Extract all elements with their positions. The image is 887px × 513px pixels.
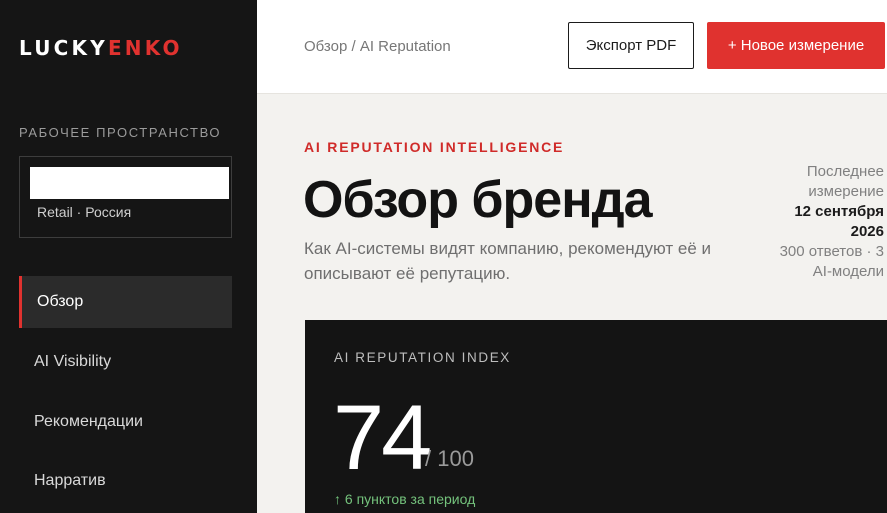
last-measurement-info: Последнее измерение 12 сентября 2026 300… [774,162,884,282]
export-pdf-label: Экспорт PDF [585,37,677,54]
logo-part-1: LUCKY [19,36,108,60]
app: LUCKYENKO РАБОЧЕЕ ПРОСТРАНСТВО Retail · … [0,0,887,513]
sidebar-item-label: Обзор [37,293,84,310]
section-eyebrow: AI REPUTATION INTELLIGENCE [304,139,565,155]
page-title: Обзор бренда [303,171,653,229]
last-measurement-details: 300 ответов · 3 AI-модели [779,243,884,280]
index-max: / 100 [425,446,474,471]
index-score: 74 [333,387,432,489]
sidebar-item-label: AI Visibility [34,353,112,370]
workspace-selector[interactable]: Retail · Россия [19,156,232,238]
sidebar-item-label: Нарратив [34,472,106,489]
workspace-heading: РАБОЧЕЕ ПРОСТРАНСТВО [19,125,222,140]
page-subtitle: Как AI-системы видят компанию, рекоменду… [304,239,712,283]
breadcrumb: Обзор / AI Reputation [304,38,451,55]
sidebar-item-recommendations[interactable]: Рекомендации [19,396,232,448]
last-measurement-label: Последнее измерение [806,163,884,200]
index-label: AI REPUTATION INDEX [334,350,511,365]
top-bar: Обзор / AI Reputation Экспорт PDF + Ново… [257,0,887,94]
sidebar-item-label: Рекомендации [34,413,143,430]
workspace-name [30,167,229,199]
new-measurement-button[interactable]: + Новое измерение [707,22,885,69]
logo-part-2: ENKO [107,36,183,60]
sidebar-item-overview[interactable]: Обзор [19,276,232,328]
brand-logo[interactable]: LUCKYENKO [19,36,183,60]
export-pdf-button[interactable]: Экспорт PDF [568,22,694,69]
sidebar-item-ai-visibility[interactable]: AI Visibility [19,336,232,388]
reputation-index-card: AI REPUTATION INDEX 74 / 100 ↑ 6 пунктов… [305,320,887,513]
index-delta: ↑ 6 пунктов за период [334,491,476,507]
sidebar-item-narrative[interactable]: Нарратив [19,455,232,507]
new-measurement-label: + Новое измерение [727,37,865,54]
last-measurement-date: 12 сентября 2026 [794,203,884,240]
sidebar: LUCKYENKO РАБОЧЕЕ ПРОСТРАНСТВО Retail · … [0,0,257,513]
workspace-meta: Retail · Россия [37,204,132,220]
